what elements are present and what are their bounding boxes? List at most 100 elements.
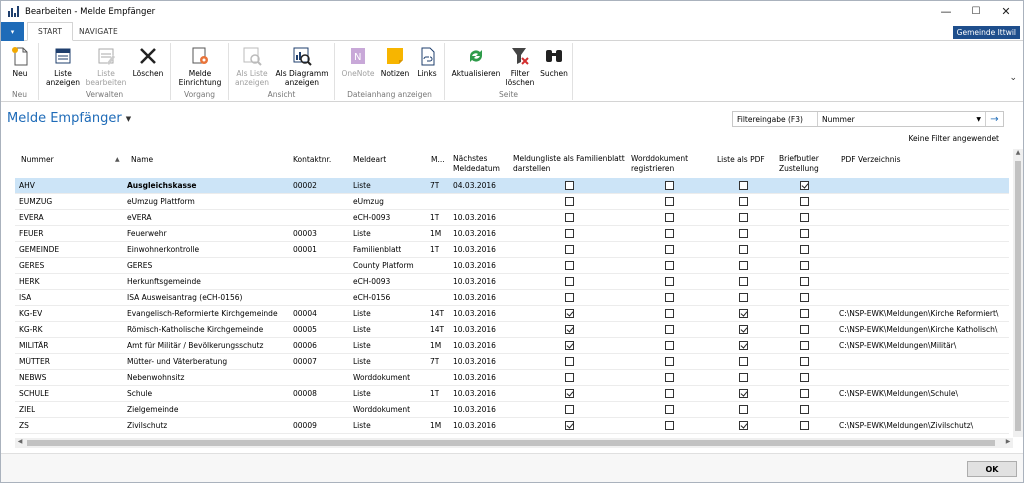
checkbox-liste-pdf[interactable] [739, 261, 748, 270]
col-header-name[interactable]: Name [131, 155, 153, 165]
col-header-pdf-verzeichnis[interactable]: PDF Verzeichnis [841, 155, 901, 165]
close-button[interactable]: ✕ [989, 1, 1023, 22]
cell-pdf-verzeichnis[interactable]: C:\NSP-EWK\Meldungen\Kirche Reformiert\ [839, 309, 1009, 318]
company-badge[interactable]: Gemeinde Ittwil [952, 26, 1020, 39]
cell-name[interactable]: Feuerwehr [127, 229, 287, 238]
checkbox-familienblatt[interactable] [565, 197, 574, 206]
cell-nummer[interactable]: AHV [19, 181, 35, 190]
ok-button[interactable]: OK [967, 461, 1017, 477]
checkbox-familienblatt[interactable] [565, 325, 574, 334]
checkbox-liste-pdf[interactable] [739, 341, 748, 350]
cell-nummer[interactable]: GERES [19, 261, 44, 270]
cell-meldeart[interactable]: Liste [353, 325, 371, 334]
cell-meldeart[interactable]: Worddokument [353, 373, 410, 382]
checkbox-worddokument[interactable] [665, 341, 674, 350]
checkbox-familienblatt[interactable] [565, 405, 574, 414]
collapse-ribbon-icon[interactable]: ⌄ [1009, 73, 1017, 83]
cell-nummer[interactable]: EUMZUG [19, 197, 52, 206]
checkbox-briefbutler[interactable] [800, 213, 809, 222]
cell-kontaktnr[interactable]: 00009 [293, 421, 317, 430]
show-as-chart-button[interactable]: Als Diagramm anzeigen [273, 45, 331, 87]
checkbox-liste-pdf[interactable] [739, 405, 748, 414]
checkbox-familienblatt[interactable] [565, 357, 574, 366]
cell-m[interactable]: 1M [430, 421, 441, 430]
checkbox-liste-pdf[interactable] [739, 229, 748, 238]
cell-kontaktnr[interactable]: 00006 [293, 341, 317, 350]
table-row[interactable]: EVERA eVERA eCH-0093 1T 10.03.2016 [15, 210, 1009, 226]
onenote-button[interactable]: N OneNote [341, 45, 375, 78]
vertical-scrollbar[interactable]: ▲ [1013, 149, 1023, 437]
cell-meldedatum[interactable]: 10.03.2016 [453, 357, 496, 366]
tab-navigate[interactable]: NAVIGATE [69, 22, 128, 41]
checkbox-briefbutler[interactable] [800, 245, 809, 254]
table-row[interactable]: KG-RK Römisch-Katholische Kirchgemeinde 00… [15, 322, 1009, 338]
cell-m[interactable]: 14T [430, 325, 444, 334]
col-header-briefbutler[interactable]: Briefbutler Zustellung [779, 154, 819, 174]
checkbox-liste-pdf[interactable] [739, 213, 748, 222]
cell-nummer[interactable]: NEBWS [19, 373, 46, 382]
cell-meldedatum[interactable]: 10.03.2016 [453, 261, 496, 270]
cell-name[interactable]: Römisch-Katholische Kirchgemeinde [127, 325, 287, 334]
cell-meldedatum[interactable]: 10.03.2016 [453, 341, 496, 350]
col-header-meldungliste[interactable]: Meldungliste als Familienblatt darstelle… [513, 154, 625, 174]
notes-button[interactable]: Notizen [379, 45, 411, 78]
tab-start[interactable]: START [27, 22, 74, 41]
cell-name[interactable]: Ausgleichskasse [127, 181, 287, 190]
checkbox-liste-pdf[interactable] [739, 245, 748, 254]
horizontal-scrollbar[interactable]: ◀ ▶ [15, 438, 1013, 448]
cell-meldedatum[interactable]: 10.03.2016 [453, 373, 496, 382]
refresh-button[interactable]: Aktualisieren [451, 45, 501, 78]
col-header-m[interactable]: M... [431, 155, 445, 165]
cell-meldedatum[interactable]: 10.03.2016 [453, 213, 496, 222]
cell-name[interactable]: GERES [127, 261, 287, 270]
checkbox-briefbutler[interactable] [800, 373, 809, 382]
cell-m[interactable]: 1M [430, 341, 441, 350]
col-header-nummer[interactable]: Nummer [21, 155, 54, 165]
checkbox-liste-pdf[interactable] [739, 421, 748, 430]
checkbox-liste-pdf[interactable] [739, 277, 748, 286]
delete-button[interactable]: Löschen [131, 45, 165, 78]
minimize-button[interactable]: — [929, 1, 963, 22]
cell-meldeart[interactable]: Liste [353, 357, 371, 366]
cell-meldedatum[interactable]: 10.03.2016 [453, 293, 496, 302]
cell-name[interactable]: Zivilschutz [127, 421, 287, 430]
checkbox-worddokument[interactable] [665, 389, 674, 398]
checkbox-liste-pdf[interactable] [739, 389, 748, 398]
filter-input[interactable]: Filtereingabe (F3) [733, 112, 818, 126]
checkbox-worddokument[interactable] [665, 229, 674, 238]
cell-meldeart[interactable]: Liste [353, 229, 371, 238]
checkbox-liste-pdf[interactable] [739, 325, 748, 334]
checkbox-worddokument[interactable] [665, 405, 674, 414]
cell-meldeart[interactable]: Familienblatt [353, 245, 401, 254]
checkbox-worddokument[interactable] [665, 421, 674, 430]
cell-m[interactable]: 14T [430, 309, 444, 318]
checkbox-familienblatt[interactable] [565, 373, 574, 382]
show-list-button[interactable]: Liste anzeigen [45, 45, 81, 87]
cell-nummer[interactable]: KG-EV [19, 309, 42, 318]
checkbox-briefbutler[interactable] [800, 229, 809, 238]
cell-kontaktnr[interactable]: 00007 [293, 357, 317, 366]
cell-meldedatum[interactable]: 04.03.2016 [453, 181, 496, 190]
cell-meldedatum[interactable]: 10.03.2016 [453, 309, 496, 318]
cell-meldedatum[interactable]: 10.03.2016 [453, 421, 496, 430]
cell-meldedatum[interactable]: 10.03.2016 [453, 229, 496, 238]
new-button[interactable]: Neu [7, 45, 33, 78]
checkbox-worddokument[interactable] [665, 373, 674, 382]
table-row[interactable]: GEMEINDE Einwohnerkontrolle 00001 Familienb… [15, 242, 1009, 258]
cell-meldedatum[interactable]: 10.03.2016 [453, 277, 496, 286]
cell-nummer[interactable]: GEMEINDE [19, 245, 59, 254]
cell-pdf-verzeichnis[interactable]: C:\NSP-EWK\Meldungen\Kirche Katholisch\ [839, 325, 1009, 334]
checkbox-worddokument[interactable] [665, 213, 674, 222]
vertical-scroll-thumb[interactable] [1015, 161, 1021, 431]
cell-nummer[interactable]: SCHULE [19, 389, 49, 398]
edit-list-button[interactable]: Liste bearbeiten [85, 45, 127, 87]
cell-name[interactable]: Evangelisch-Reformierte Kirchgemeinde [127, 309, 287, 318]
checkbox-briefbutler[interactable] [800, 325, 809, 334]
search-button[interactable]: Suchen [539, 45, 569, 78]
table-row[interactable]: KG-EV Evangelisch-Reformierte Kirchgemein… [15, 306, 1009, 322]
cell-nummer[interactable]: FEUER [19, 229, 44, 238]
cell-meldeart[interactable]: eCH-0156 [353, 293, 390, 302]
checkbox-worddokument[interactable] [665, 181, 674, 190]
checkbox-familienblatt[interactable] [565, 309, 574, 318]
cell-name[interactable]: Schule [127, 389, 287, 398]
